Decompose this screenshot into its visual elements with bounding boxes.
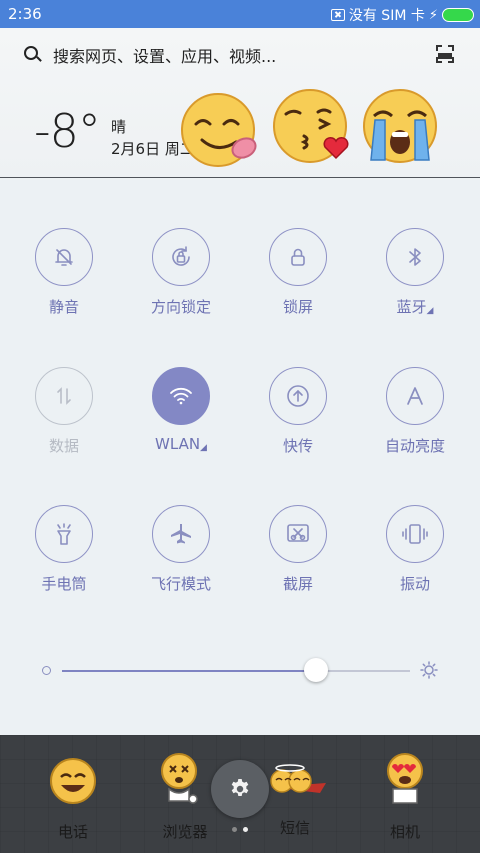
temperature[interactable]: -8° <box>34 108 101 154</box>
dock-app-phone[interactable]: 电话 <box>18 753 128 842</box>
wifi-icon <box>152 367 210 425</box>
page-dot-current <box>243 827 248 832</box>
brightness-thumb[interactable] <box>304 658 329 682</box>
tile-wlan[interactable]: WLAN◢ <box>126 367 236 453</box>
home-dock: 电话 浏览器 短信 相机 <box>0 735 480 853</box>
bluetooth-icon <box>386 228 444 286</box>
brightness-high-icon <box>420 661 438 679</box>
tile-airplane-mode[interactable]: 飞行模式 <box>126 505 236 594</box>
tongue-out-emoji <box>181 93 257 167</box>
page-dot <box>232 827 237 832</box>
tile-silent[interactable]: 静音 <box>9 228 119 317</box>
page-indicator <box>232 827 248 832</box>
tile-bluetooth[interactable]: 蓝牙◢ <box>360 228 470 317</box>
dock-app-camera[interactable]: 相机 <box>350 749 460 842</box>
airplane-icon <box>152 505 210 563</box>
flashlight-icon <box>35 505 93 563</box>
tile-vibrate[interactable]: 振动 <box>360 505 470 594</box>
notification-header: 搜索网页、设置、应用、视频... -8° 晴 2月6日 周二 <box>0 28 480 178</box>
search-icon <box>24 46 38 60</box>
tile-screenshot[interactable]: 截屏 <box>243 505 353 594</box>
camera-app-icon <box>387 753 423 804</box>
sim-status-text: 没有 SIM 卡 <box>348 8 425 24</box>
quick-transfer-icon <box>269 367 327 425</box>
sim-icon <box>330 9 345 21</box>
brightness-track[interactable] <box>62 670 410 672</box>
status-bar: 2:36 没有 SIM 卡 ⚡ <box>0 0 480 28</box>
auto-brightness-icon <box>386 367 444 425</box>
messages-app-icon <box>270 764 326 793</box>
brightness-fill <box>62 670 317 672</box>
quick-settings-panel: 静音 方向锁定 锁屏 蓝牙◢ 数据 WLAN◢ 快传 自动亮度 手电筒 飞行模式… <box>0 180 480 735</box>
tile-flashlight[interactable]: 手电筒 <box>9 505 119 594</box>
rotation-lock-icon <box>152 228 210 286</box>
settings-button[interactable] <box>211 760 269 818</box>
search-bar[interactable]: 搜索网页、设置、应用、视频... <box>0 28 480 78</box>
tile-rotation-lock[interactable]: 方向锁定 <box>126 228 236 317</box>
lock-icon <box>269 228 327 286</box>
browser-app-icon <box>161 753 198 804</box>
tile-mobile-data[interactable]: 数据 <box>9 367 119 456</box>
status-time: 2:36 <box>8 5 42 23</box>
submenu-indicator-icon: ◢ <box>426 306 434 316</box>
screenshot-icon <box>269 505 327 563</box>
brightness-slider[interactable] <box>0 650 480 690</box>
bell-mute-icon <box>35 228 93 286</box>
battery-icon <box>442 8 474 22</box>
scan-icon[interactable] <box>436 45 454 63</box>
gear-icon <box>231 779 249 796</box>
weather-condition: 晴 <box>111 118 127 136</box>
tile-lock-screen[interactable]: 锁屏 <box>243 228 353 317</box>
kiss-heart-emoji <box>273 89 349 163</box>
phone-app-icon <box>50 758 96 804</box>
charging-bolt-icon: ⚡ <box>428 7 438 23</box>
vibrate-icon <box>386 505 444 563</box>
status-right: 没有 SIM 卡 ⚡ <box>330 5 474 25</box>
tile-quick-transfer[interactable]: 快传 <box>243 367 353 456</box>
brightness-low-icon <box>42 666 51 675</box>
search-input[interactable]: 搜索网页、设置、应用、视频... <box>53 43 276 67</box>
tile-auto-brightness[interactable]: 自动亮度 <box>360 367 470 456</box>
submenu-indicator-icon: ◢ <box>200 443 207 453</box>
crying-emoji <box>363 89 437 163</box>
mobile-data-icon <box>35 367 93 425</box>
